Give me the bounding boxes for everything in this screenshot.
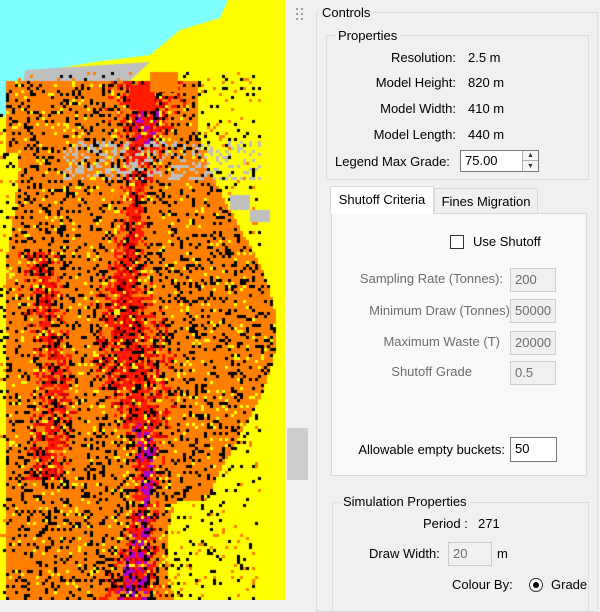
legend-max-grade-value[interactable]: 75.00	[465, 153, 498, 169]
properties-title: Properties	[335, 28, 401, 43]
maximum-waste-field[interactable]: 20000	[510, 331, 556, 355]
colour-by-grade-radio[interactable]	[529, 578, 543, 592]
use-shutoff-checkbox[interactable]	[450, 235, 464, 249]
shutoff-grade-field[interactable]: 0.5	[510, 361, 556, 385]
draw-width-label: Draw Width:	[369, 546, 440, 561]
simulation-properties-title: Simulation Properties	[340, 494, 470, 509]
model-length-value: 440 m	[468, 127, 505, 142]
allowable-empty-buckets-label: Allowable empty buckets:	[358, 442, 505, 457]
sampling-rate-field[interactable]: 200	[510, 268, 556, 292]
scrollbar-thumb[interactable]	[287, 428, 308, 480]
splitter-grip-icon[interactable]	[296, 8, 305, 22]
maximum-waste-label: Maximum Waste (T)	[383, 334, 500, 349]
resolution-value: 2.5 m	[468, 50, 501, 65]
grade-visualization-canvas[interactable]	[0, 0, 285, 600]
legend-max-grade-label: Legend Max Grade:	[335, 154, 450, 169]
use-shutoff-label[interactable]: Use Shutoff	[473, 234, 541, 250]
spinner-up-icon[interactable]: ▲	[523, 151, 538, 161]
period-value: 271	[478, 516, 500, 531]
draw-width-field[interactable]: 20	[448, 542, 492, 566]
tab-fines-migration[interactable]: Fines Migration	[434, 188, 538, 214]
model-width-label: Model Width:	[380, 101, 456, 116]
sampling-rate-label: Sampling Rate (Tonnes):	[359, 271, 503, 286]
model-height-value: 820 m	[468, 75, 505, 90]
model-length-label: Model Length:	[373, 127, 456, 142]
colour-by-grade-label[interactable]: Grade	[551, 577, 587, 593]
model-width-value: 410 m	[468, 101, 505, 116]
colour-by-label: Colour By:	[452, 577, 513, 592]
grade-visualization[interactable]	[0, 0, 285, 600]
draw-width-unit: m	[497, 546, 508, 561]
minimum-draw-label: Minimum Draw (Tonnes)	[369, 303, 510, 318]
controls-title: Controls	[319, 5, 374, 20]
legend-max-grade-spinner[interactable]: 75.00 ▲ ▼	[460, 150, 539, 172]
tab-shutoff-criteria-label: Shutoff Criteria	[338, 192, 426, 207]
minimum-draw-field[interactable]: 50000	[510, 299, 556, 323]
allowable-empty-buckets-field[interactable]: 50	[510, 437, 557, 462]
spinner-down-icon[interactable]: ▼	[523, 161, 538, 171]
shutoff-grade-label: Shutoff Grade	[391, 364, 472, 379]
model-height-label: Model Height:	[375, 75, 456, 90]
period-label: Period :	[423, 516, 468, 531]
resolution-label: Resolution:	[390, 50, 456, 65]
tab-fines-migration-label: Fines Migration	[441, 194, 531, 209]
tab-shutoff-criteria[interactable]: Shutoff Criteria	[330, 186, 434, 214]
